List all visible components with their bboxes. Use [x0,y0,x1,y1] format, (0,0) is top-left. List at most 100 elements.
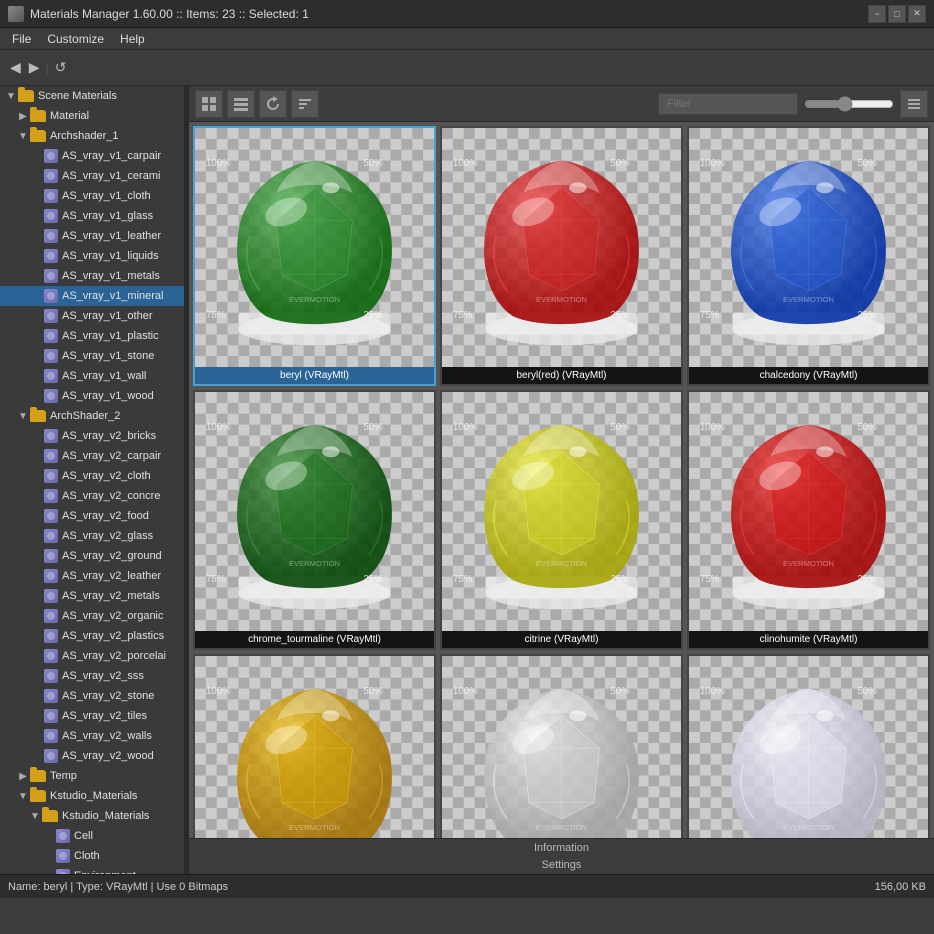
sidebar-item-as-v1-carpaint[interactable]: AS_vray_v1_carpair [0,146,184,166]
material-card-beryl-red[interactable]: 100% 75% 50% 25% EVERMOTION beryl(red) (… [440,126,683,386]
svg-text:EVERMOTION: EVERMOTION [536,823,587,832]
material-card-beryl[interactable]: 100% 75% 50% 25% EVERMOTION beryl (VRayM… [193,126,436,386]
information-row[interactable]: Information [189,839,934,857]
toggle-icon[interactable]: ▼ [16,789,30,803]
material-card-diamond[interactable]: 100% 75% 50% 25% EVERMOTION diamond (VRa… [687,654,930,838]
settings-row[interactable]: Settings [189,857,934,875]
title-bar: Materials Manager 1.60.00 :: Items: 23 :… [0,0,934,28]
material-icon [44,369,58,383]
svg-text:50%: 50% [857,422,877,433]
toggle-icon[interactable]: ▼ [16,129,30,143]
sidebar-item-kstudio-sub[interactable]: ▼ Kstudio_Materials [0,806,184,826]
material-card-crystal[interactable]: 100% 75% 50% 25% EVERMOTION crystal (VRa… [440,654,683,838]
filter-input[interactable] [658,93,798,115]
tree-item-label: AS_vray_v2_porcelai [62,650,166,662]
sidebar-item-as-v2-tiles[interactable]: AS_vray_v2_tiles [0,706,184,726]
tree-item-label: AS_vray_v1_metals [62,270,160,282]
sidebar-item-as-v1-stone[interactable]: AS_vray_v1_stone [0,346,184,366]
svg-text:50%: 50% [610,686,630,697]
material-label: chrome_tourmaline (VRayMtl) [195,631,434,648]
refresh-view-button[interactable] [259,90,287,118]
sidebar-item-as-v2-metals[interactable]: AS_vray_v2_metals [0,586,184,606]
tree-item-label: AS_vray_v2_metals [62,590,160,602]
sidebar-item-as-v1-liquids[interactable]: AS_vray_v1_liquids [0,246,184,266]
sidebar-item-k-environment[interactable]: Environment [0,866,184,874]
sidebar-item-as-v1-plastics[interactable]: AS_vray_v1_plastic [0,326,184,346]
forward-button[interactable]: ▶ [25,57,44,78]
view-list-button[interactable] [227,90,255,118]
zoom-slider-container [804,96,894,112]
sidebar-item-archshader2[interactable]: ▼ ArchShader_2 [0,406,184,426]
tree-item-label: AS_vray_v2_food [62,510,149,522]
svg-text:EVERMOTION: EVERMOTION [289,559,340,568]
sidebar-item-k-cell[interactable]: Cell [0,826,184,846]
minimize-button[interactable]: − [868,5,886,23]
sidebar-item-k-cloth[interactable]: Cloth [0,846,184,866]
sidebar-item-kstudio-materials[interactable]: ▼ Kstudio_Materials [0,786,184,806]
view-grid-button[interactable] [195,90,223,118]
svg-text:75%: 75% [206,310,226,321]
sidebar-item-as-v2-cloth[interactable]: AS_vray_v2_cloth [0,466,184,486]
sidebar-item-as-v1-glass[interactable]: AS_vray_v1_glass [0,206,184,226]
tree-item-label: AS_vray_v1_other [62,310,153,322]
sidebar-item-scene-materials[interactable]: ▼ Scene Materials [0,86,184,106]
sidebar-item-temp[interactable]: ▶ Temp [0,766,184,786]
sidebar-item-as-v1-minerals[interactable]: AS_vray_v1_mineral [0,286,184,306]
menu-help[interactable]: Help [112,30,153,48]
svg-text:100%: 100% [700,686,725,697]
material-card-crysoberyl[interactable]: 100% 75% 50% 25% EVERMOTION crysoberyl (… [193,654,436,838]
refresh-button[interactable]: ↺ [51,57,71,78]
toggle-icon[interactable]: ▶ [16,769,30,783]
sidebar-item-as-v2-concrete[interactable]: AS_vray_v2_concre [0,486,184,506]
material-card-chrome-tourmaline[interactable]: 100% 75% 50% 25% EVERMOTION chrome_tourm… [193,390,436,650]
svg-text:100%: 100% [700,158,725,169]
sidebar-item-as-v2-food[interactable]: AS_vray_v2_food [0,506,184,526]
sidebar-item-as-v2-stone[interactable]: AS_vray_v2_stone [0,686,184,706]
sidebar-item-as-v1-leather[interactable]: AS_vray_v1_leather [0,226,184,246]
menu-customize[interactable]: Customize [39,30,112,48]
material-card-clinohumite[interactable]: 100% 75% 50% 25% EVERMOTION clinohumite … [687,390,930,650]
material-card-chalcedony[interactable]: 100% 75% 50% 25% EVERMOTION chalcedony (… [687,126,930,386]
options-button[interactable] [900,90,928,118]
svg-text:25%: 25% [363,574,383,585]
toggle-icon[interactable]: ▼ [28,809,42,823]
toolbar-icons [195,90,319,118]
zoom-slider[interactable] [804,96,894,112]
toggle-icon[interactable]: ▼ [16,409,30,423]
sidebar-item-as-v2-plastics[interactable]: AS_vray_v2_plastics [0,626,184,646]
sidebar-item-as-v1-other[interactable]: AS_vray_v1_other [0,306,184,326]
sidebar-item-as-v2-wood[interactable]: AS_vray_v2_wood [0,746,184,766]
material-icon [56,869,70,874]
sidebar-item-as-v2-carpaint[interactable]: AS_vray_v2_carpair [0,446,184,466]
sidebar-item-as-v1-wall[interactable]: AS_vray_v1_wall [0,366,184,386]
maximize-button[interactable]: □ [888,5,906,23]
sidebar-item-material[interactable]: ▶ Material [0,106,184,126]
sidebar-item-as-v2-bricks[interactable]: AS_vray_v2_bricks [0,426,184,446]
toggle-icon[interactable]: ▶ [16,109,30,123]
material-thumbnail: 100% 75% 50% 25% EVERMOTION [689,128,928,367]
sidebar-item-archshader1[interactable]: ▼ Archshader_1 [0,126,184,146]
sidebar-item-as-v1-ceramic[interactable]: AS_vray_v1_cerami [0,166,184,186]
sidebar-item-as-v2-sss[interactable]: AS_vray_v2_sss [0,666,184,686]
sidebar-item-as-v2-leather[interactable]: AS_vray_v2_leather [0,566,184,586]
tree-item-label: AS_vray_v2_organic [62,610,164,622]
tree-item-label: AS_vray_v1_plastic [62,330,159,342]
sidebar-item-as-v2-porcelain[interactable]: AS_vray_v2_porcelai [0,646,184,666]
folder-icon [18,90,34,102]
tree-item-label: AS_vray_v2_carpair [62,450,161,462]
materials-grid-area[interactable]: 100% 75% 50% 25% EVERMOTION beryl (VRayM… [189,122,934,838]
material-card-citrine[interactable]: 100% 75% 50% 25% EVERMOTION citrine (VRa… [440,390,683,650]
toggle-icon[interactable]: ▼ [4,89,18,103]
close-button[interactable]: ✕ [908,5,926,23]
sidebar-item-as-v2-walls[interactable]: AS_vray_v2_walls [0,726,184,746]
sidebar-item-as-v2-ground[interactable]: AS_vray_v2_ground [0,546,184,566]
sidebar-item-as-v1-cloth[interactable]: AS_vray_v1_cloth [0,186,184,206]
sidebar-item-as-v2-glass[interactable]: AS_vray_v2_glass [0,526,184,546]
sort-button[interactable] [291,90,319,118]
menu-file[interactable]: File [4,30,39,48]
sidebar-item-as-v1-metals[interactable]: AS_vray_v1_metals [0,266,184,286]
sidebar-item-as-v1-wood[interactable]: AS_vray_v1_wood [0,386,184,406]
material-icon [44,729,58,743]
back-button[interactable]: ◀ [6,57,25,78]
sidebar-item-as-v2-organic[interactable]: AS_vray_v2_organic [0,606,184,626]
